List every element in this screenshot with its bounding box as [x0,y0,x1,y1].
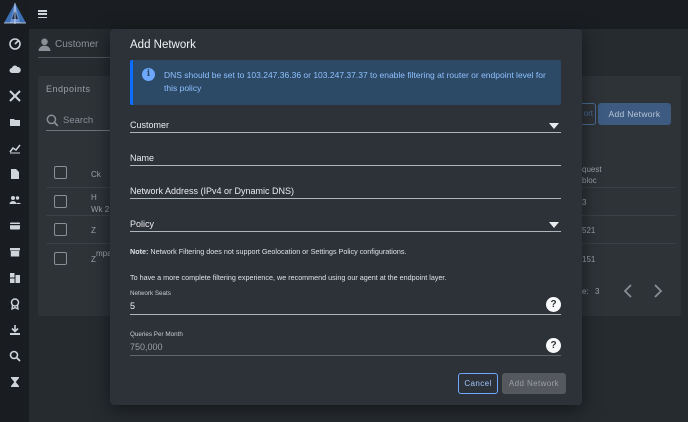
next-page-icon[interactable] [653,284,663,298]
table-cell: Wk 2 [91,205,110,214]
policy-select-label: Policy [130,219,155,229]
note-prefix: Note: [130,247,149,256]
queries-per-month-value: 750,000 [130,342,163,352]
name-field[interactable]: Name [130,153,561,167]
customer-select-underline [130,132,561,133]
table-cell: 521 [582,226,596,235]
chevron-down-icon [549,123,559,129]
network-address-label: Network Address (IPv4 or Dynamic DNS) [130,186,295,196]
network-address-underline [130,198,561,199]
queries-per-month-field[interactable]: Queries Per Month 750,000 ? [130,331,561,357]
help-icon[interactable]: ? [546,297,561,312]
top-bar [29,0,688,29]
table-cell: Z [91,226,96,235]
pager-prefix: e: [582,287,589,296]
filtering-note: Note: Network Filtering does not support… [130,247,406,256]
policy-select-underline [130,231,561,232]
building-icon[interactable] [8,271,22,285]
partial-outline-button[interactable]: ort [580,103,596,125]
users-icon[interactable] [8,193,22,207]
archive-icon[interactable] [8,245,22,259]
table-cell: H [91,193,97,202]
network-seats-value: 5 [130,301,136,311]
download-icon[interactable] [8,323,22,337]
tools-icon[interactable] [8,89,22,103]
table-cell: 151 [582,255,596,264]
badge-icon[interactable] [8,297,22,311]
modal-title: Add Network [130,39,196,51]
select-all-checkbox[interactable] [54,166,67,179]
add-network-button[interactable]: Add Network [502,373,566,394]
card-icon[interactable] [8,219,22,233]
column-header: Ck [91,170,101,179]
name-field-label: Name [130,153,155,163]
agent-recommendation: To have a more complete filtering experi… [130,273,447,282]
dns-info-alert: i DNS should be set to 103.247.36.36 or … [130,60,561,105]
logo-icon[interactable] [3,2,27,26]
sidebar [0,0,29,422]
add-network-background-button[interactable]: Add Network [598,103,671,125]
column-header-right-2: bloc [582,176,597,185]
endpoints-card-title: Endpoints [46,84,91,94]
hourglass-icon[interactable] [8,375,22,389]
customer-select-label: Customer [130,120,170,130]
cloud-icon[interactable] [8,63,22,77]
alert-text: DNS should be set to 103.247.36.36 or 10… [164,70,546,93]
prev-page-icon[interactable] [623,284,633,298]
note-text: Network Filtering does not support Geolo… [148,247,407,256]
user-icon [38,38,51,51]
network-seats-underline [130,314,561,315]
chevron-down-icon [549,222,559,228]
document-icon[interactable] [8,167,22,181]
add-network-modal: Add Network i DNS should be set to 103.2… [110,29,582,405]
name-field-underline [130,165,561,166]
help-icon[interactable]: ? [546,338,561,353]
search-icon[interactable] [8,349,22,363]
network-address-field[interactable]: Network Address (IPv4 or Dynamic DNS) [130,186,561,200]
customer-selector-underline [38,57,118,58]
customer-selector-label: Customer [55,39,99,50]
search-placeholder: Search [63,115,94,126]
chart-icon[interactable] [8,141,22,155]
info-icon: i [142,68,155,81]
hamburger-menu-icon[interactable] [38,10,47,19]
queries-per-month-label: Queries Per Month [130,331,183,338]
row-checkbox[interactable] [54,223,67,236]
column-header-right-1: quest [582,165,602,174]
row-checkbox[interactable] [54,195,67,208]
pager-value: 3 [595,287,600,296]
network-seats-field[interactable]: Network Seats 5 ? [130,290,561,316]
folder-icon[interactable] [8,115,22,129]
customer-select[interactable]: Customer [130,120,561,134]
dashboard-icon[interactable] [8,37,22,51]
search-underline [46,130,110,131]
network-seats-label: Network Seats [130,290,171,297]
customer-selector[interactable]: Customer [38,38,98,51]
queries-per-month-underline [130,355,561,356]
table-cell: 3 [582,198,587,207]
policy-select[interactable]: Policy [130,219,561,233]
search-icon [46,114,59,127]
cancel-button[interactable]: Cancel [458,373,498,394]
row-checkbox[interactable] [54,252,67,265]
endpoints-search[interactable]: Search [46,114,93,127]
